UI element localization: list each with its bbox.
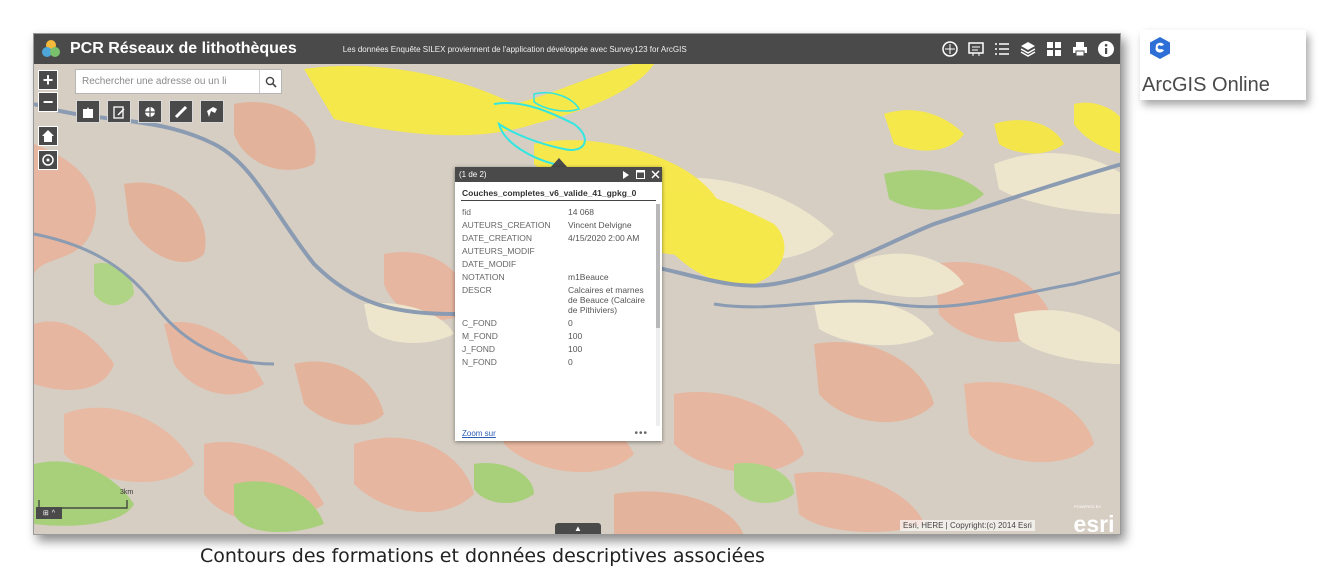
popup-layer-title: Couches_completes_v6_valide_41_gpkg_0: [461, 182, 656, 201]
share-icon: [207, 106, 217, 117]
widget-toolbar: [76, 100, 224, 123]
arcgis-online-badge: ArcGIS Online: [1140, 30, 1306, 100]
app-header: PCR Réseaux de lithothèques Les données …: [34, 34, 1120, 64]
attribute-value: [568, 259, 652, 269]
popup-attribute-table: fid 14 068 AUTEURS_CREATION Vincent Delvign…: [455, 204, 655, 424]
attribute-key: NOTATION: [462, 272, 505, 282]
zoom-out-button[interactable]: −: [38, 92, 58, 112]
attribute-row: fid 14 068: [455, 207, 655, 217]
attribute-key: AUTEURS_MODIF: [462, 246, 535, 256]
app-logo-icon: [42, 40, 60, 57]
bookmark-widget-button[interactable]: [76, 100, 100, 123]
figure-caption: Contours des formations et données descr…: [200, 545, 765, 567]
attribute-value: m1Beauce: [568, 272, 609, 282]
attribute-value: Vincent Delvigne: [568, 220, 632, 230]
attribute-widget-button[interactable]: [138, 100, 162, 123]
attribute-key: N_FOND: [462, 357, 497, 367]
layers-icon[interactable]: [1018, 39, 1038, 59]
bottom-panel-toggle[interactable]: ▲: [555, 523, 601, 534]
edit-icon: [113, 105, 125, 119]
attribute-value: 0: [568, 357, 573, 367]
more-actions-button[interactable]: •••: [634, 428, 648, 439]
layer-list-icon[interactable]: [992, 39, 1012, 59]
edit-widget-button[interactable]: [107, 100, 131, 123]
scale-label: 3km: [120, 489, 134, 496]
attribute-value: 4/15/2020 2:00 AM: [568, 233, 640, 243]
attribute-row: DATE_MODIF: [455, 259, 655, 269]
popup-scrollbar[interactable]: [656, 204, 660, 426]
attribute-value: Calcaires et marnes de Beauce (Calcaire …: [568, 285, 646, 315]
popup-counter: (1 de 2): [459, 170, 487, 179]
popup-scroll-thumb[interactable]: [656, 204, 660, 328]
search-input[interactable]: [76, 70, 260, 93]
about-icon[interactable]: [1096, 39, 1116, 59]
attribute-key: J_FOND: [462, 344, 496, 354]
attribute-key: AUTEURS_CREATION: [462, 220, 551, 230]
attribute-row: N_FOND 0: [455, 357, 655, 367]
share-widget-button[interactable]: [200, 100, 224, 123]
attribute-row: AUTEURS_MODIF: [455, 246, 655, 256]
chevron-up-icon: ▲: [574, 524, 582, 533]
popup-header-tools: [622, 167, 660, 182]
attribute-row: J_FOND 100: [455, 344, 655, 354]
attribute-value: 0: [568, 318, 573, 328]
header-toolbar: [940, 34, 1116, 64]
locate-button[interactable]: [38, 150, 58, 170]
feature-popup: (1 de 2) Couches_completes_v6_valide_41_…: [455, 167, 662, 441]
map-attribution: Esri, HERE | Copyright:(c) 2014 Esri: [900, 520, 1035, 531]
maximize-icon[interactable]: [636, 170, 645, 179]
popup-footer: Zoom sur •••: [455, 425, 662, 441]
next-feature-icon[interactable]: [622, 170, 630, 179]
bookmark-icon: [83, 106, 93, 118]
attribute-value: 14 068: [568, 207, 594, 217]
search-icon: [265, 76, 277, 88]
attribute-key: DESCR: [462, 285, 492, 295]
print-icon[interactable]: [1070, 39, 1090, 59]
attribute-key: M_FOND: [462, 331, 498, 341]
close-icon[interactable]: [651, 170, 660, 179]
attribute-row: C_FOND 0: [455, 318, 655, 328]
esri-logo: esri: [1073, 511, 1115, 535]
arcgis-online-label: ArcGIS Online: [1142, 74, 1270, 96]
search-box: [75, 69, 282, 94]
measure-widget-button[interactable]: [169, 100, 193, 123]
overview-icon: ⊞: [42, 510, 49, 517]
attribute-key: DATE_CREATION: [462, 233, 533, 243]
attribute-row: NOTATION m1Beauce: [455, 272, 655, 282]
attribute-row: DESCR Calcaires et marnes de Beauce (Calc…: [455, 285, 655, 315]
attribute-row: M_FOND 100: [455, 331, 655, 341]
measure-icon: [174, 105, 188, 118]
map-application-frame: PCR Réseaux de lithothèques Les données …: [33, 33, 1121, 535]
zoom-in-button[interactable]: +: [38, 70, 58, 90]
app-subtitle: Les données Enquête SILEX proviennent de…: [342, 44, 687, 54]
attribute-value: 100: [568, 344, 583, 354]
attribute-row: AUTEURS_CREATION Vincent Delvigne: [455, 220, 655, 230]
attribute-key: DATE_MODIF: [462, 259, 517, 269]
grid-icon[interactable]: [1044, 39, 1064, 59]
arcgis-logo-icon: [1150, 37, 1170, 59]
search-button[interactable]: [259, 70, 281, 93]
locate-icon: [42, 154, 54, 166]
overview-map-toggle[interactable]: ⊞ ^: [36, 507, 62, 519]
popup-header: (1 de 2): [455, 167, 662, 182]
zoom-to-link[interactable]: Zoom sur: [462, 429, 496, 438]
attribute-value: [568, 246, 652, 256]
home-icon: [42, 130, 54, 142]
attribute-key: C_FOND: [462, 318, 497, 328]
attribute-row: DATE_CREATION 4/15/2020 2:00 AM: [455, 233, 655, 243]
expand-icon: ^: [51, 509, 56, 517]
home-button[interactable]: [38, 126, 58, 146]
legend-icon[interactable]: [966, 39, 986, 59]
app-title: PCR Réseaux de lithothèques: [70, 40, 297, 57]
attribute-icon: [145, 106, 155, 117]
attribute-key: fid: [462, 207, 471, 217]
basemap-gallery-icon[interactable]: [940, 39, 960, 59]
attribute-value: 100: [568, 331, 583, 341]
